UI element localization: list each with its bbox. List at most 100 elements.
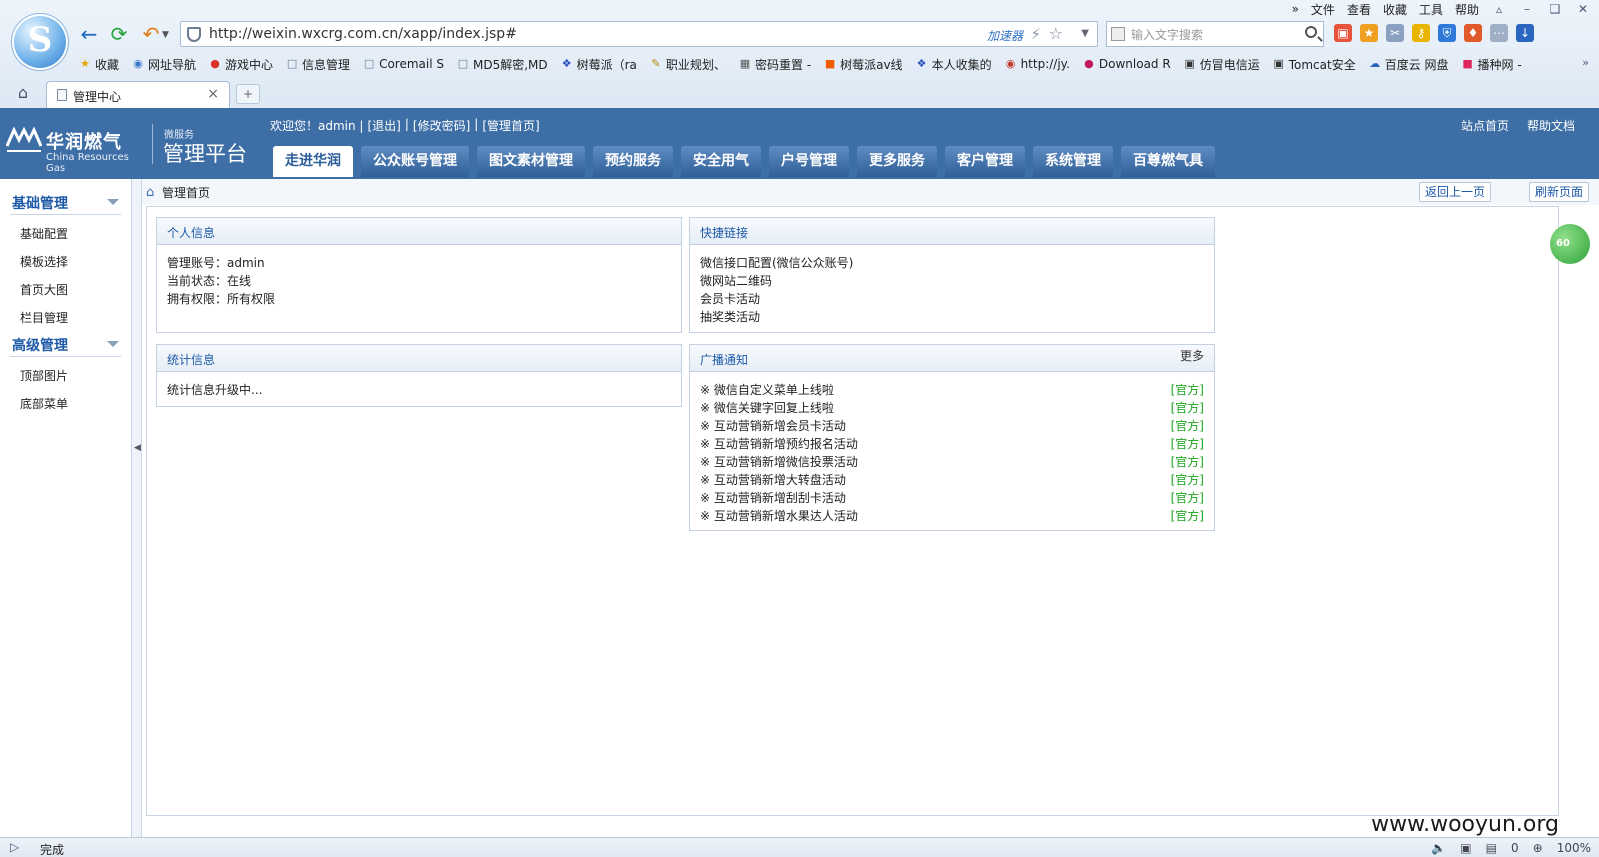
tab-admin-center[interactable]: 管理中心 ×	[46, 81, 230, 108]
address-dropdown-icon[interactable]: ▼	[1081, 28, 1089, 39]
quick-link-member-card[interactable]: 会员卡活动	[700, 290, 1204, 308]
home-icon[interactable]: ⌂	[146, 185, 154, 200]
speaker-icon[interactable]: 🔈	[1431, 841, 1446, 855]
notice-link[interactable]: ※ 互动营销新增水果达人活动	[700, 507, 858, 525]
refresh-page-button[interactable]: 刷新页面	[1528, 182, 1589, 202]
bookmark-item[interactable]: □ 信息管理	[285, 56, 350, 73]
restore-icon[interactable]: ❑	[1547, 2, 1563, 16]
key-icon[interactable]: ⚷	[1412, 24, 1430, 42]
notice-link[interactable]: ※ 互动营销新增微信投票活动	[700, 453, 858, 471]
chevron-left-icon[interactable]: ◀	[134, 443, 141, 453]
notice-link[interactable]: ※ 互动营销新增刮刮卡活动	[700, 489, 846, 507]
accelerator-button[interactable]: 加速器	[987, 27, 1023, 44]
notice-link[interactable]: ※ 互动营销新增会员卡活动	[700, 417, 846, 435]
nav-tab-household[interactable]: 户号管理	[769, 146, 849, 177]
bookmark-item[interactable]: □ MD5解密,MD	[456, 56, 548, 73]
back-arrow-icon[interactable]: ←	[76, 22, 102, 46]
bookmark-item[interactable]: □ Coremail S	[362, 57, 444, 71]
bookmark-item[interactable]: ☁ 百度云 网盘	[1368, 56, 1448, 73]
nav-tab-about[interactable]: 走进华润	[273, 146, 353, 177]
nav-tab-more-services[interactable]: 更多服务	[857, 146, 937, 177]
sidebar-item-bottom-menu[interactable]: 底部菜单	[0, 389, 131, 417]
browser-logo-icon[interactable]: S	[12, 14, 68, 70]
menu-tools[interactable]: 工具	[1419, 1, 1443, 18]
close-tab-icon[interactable]: ×	[207, 86, 219, 102]
sidebar-item-columns[interactable]: 栏目管理	[0, 303, 131, 331]
address-url[interactable]: http://weixin.wxcrg.com.cn/xapp/index.js…	[209, 26, 517, 42]
nav-tab-gas-safety[interactable]: 安全用气	[681, 146, 761, 177]
nav-tab-appliances[interactable]: 百尊燃气具	[1121, 146, 1215, 177]
site-home-link[interactable]: 站点首页	[1461, 117, 1509, 134]
bookmark-item[interactable]: ◉ http://jy.	[1004, 57, 1070, 71]
more-icon[interactable]: ⋯	[1490, 24, 1508, 42]
address-bar[interactable]: http://weixin.wxcrg.com.cn/xapp/index.js…	[180, 21, 1098, 47]
more-link[interactable]: 更多	[1180, 347, 1204, 364]
bookmark-item[interactable]: ● Download R	[1082, 57, 1171, 71]
logout-link[interactable]: [退出]	[367, 117, 400, 134]
speed-badge[interactable]: 60	[1550, 224, 1590, 264]
skin-icon[interactable]: ▵	[1491, 2, 1507, 16]
sidebar-group-basic[interactable]: 基础管理	[10, 189, 121, 215]
back-button[interactable]: 返回上一页	[1418, 182, 1491, 202]
bookmark-item[interactable]: ■ 树莓派av线	[823, 56, 903, 73]
undo-icon[interactable]: ↶	[138, 22, 164, 46]
nav-tab-accounts[interactable]: 公众账号管理	[361, 146, 469, 177]
nav-tab-appointments[interactable]: 预约服务	[593, 146, 673, 177]
bookmark-item[interactable]: ● 游戏中心	[208, 56, 273, 73]
play-icon[interactable]: ▷	[10, 840, 19, 854]
search-icon[interactable]	[1305, 26, 1317, 38]
bookmark-item[interactable]: ✎ 职业规划、	[649, 56, 726, 73]
screenshot-icon[interactable]: ▣	[1334, 24, 1352, 42]
bookmarks-more[interactable]: »	[1582, 56, 1589, 69]
new-tab-button[interactable]: +	[236, 84, 260, 104]
notice-link[interactable]: ※ 互动营销新增预约报名活动	[700, 435, 858, 453]
security-shield-icon[interactable]: ⛨	[1438, 24, 1456, 42]
bookmark-item[interactable]: ▣ 仿冒电信运	[1183, 56, 1260, 73]
quick-link-wechat-config[interactable]: 微信接口配置(微信公众账号)	[700, 254, 1204, 272]
search-engine-icon[interactable]	[1111, 27, 1125, 41]
bookmark-item[interactable]: ▦ 密码重置 -	[738, 56, 811, 73]
notice-link[interactable]: ※ 微信自定义菜单上线啦	[700, 381, 834, 399]
extension-icon[interactable]: ▣	[1460, 841, 1471, 855]
sidebar-item-template[interactable]: 模板选择	[0, 247, 131, 275]
scissors-icon[interactable]: ✂	[1386, 24, 1404, 42]
nav-tab-system[interactable]: 系统管理	[1033, 146, 1113, 177]
quick-link-lottery[interactable]: 抽奖类活动	[700, 308, 1204, 326]
quick-link-qrcode[interactable]: 微网站二维码	[700, 272, 1204, 290]
chevron-down-icon[interactable]	[107, 341, 119, 347]
sidebar-group-advanced[interactable]: 高级管理	[10, 331, 121, 357]
sidebar-item-basic-config[interactable]: 基础配置	[0, 219, 131, 247]
bookmark-item[interactable]: ■ 播种网 -	[1461, 56, 1521, 73]
nav-tab-materials[interactable]: 图文素材管理	[477, 146, 585, 177]
favorite-star-icon[interactable]: ☆	[1049, 24, 1063, 43]
menu-favorites[interactable]: 收藏	[1383, 1, 1407, 18]
bookmark-item[interactable]: ◉ 网址导航	[131, 56, 196, 73]
zoom-icon[interactable]: ⊕	[1533, 841, 1543, 855]
nav-tab-customers[interactable]: 客户管理	[945, 146, 1025, 177]
sidebar-item-top-image[interactable]: 顶部图片	[0, 361, 131, 389]
minimize-icon[interactable]: –	[1519, 2, 1535, 16]
notice-link[interactable]: ※ 微信关键字回复上线啦	[700, 399, 834, 417]
home-icon[interactable]: ⌂	[12, 83, 34, 103]
notice-link[interactable]: ※ 互动营销新增大转盘活动	[700, 471, 846, 489]
counter-icon[interactable]: ▤	[1486, 841, 1497, 855]
bookmark-item[interactable]: ❖ 树莓派（ra	[560, 56, 637, 73]
refresh-icon[interactable]: ⟳	[106, 22, 132, 46]
bookmark-item[interactable]: ★ 收藏	[78, 56, 119, 73]
sidebar-collapse-handle[interactable]: ◀	[132, 179, 142, 837]
bookmark-item[interactable]: ▣ Tomcat安全	[1272, 56, 1356, 73]
close-window-icon[interactable]: ✕	[1575, 2, 1591, 16]
change-password-link[interactable]: [修改密码]	[413, 117, 470, 134]
menu-file[interactable]: 文件	[1311, 1, 1335, 18]
zoom-level[interactable]: 100%	[1557, 841, 1591, 855]
menu-view[interactable]: 查看	[1347, 1, 1371, 18]
help-docs-link[interactable]: 帮助文档	[1527, 117, 1575, 134]
bookmark-item[interactable]: ❖ 本人收集的	[915, 56, 992, 73]
sidebar-item-banner[interactable]: 首页大图	[0, 275, 131, 303]
search-input[interactable]	[1131, 26, 1291, 43]
app-icon[interactable]: ♦	[1464, 24, 1482, 42]
download-icon[interactable]: ↓	[1516, 24, 1534, 42]
admin-home-link[interactable]: [管理首页]	[482, 117, 539, 134]
chevron-down-icon[interactable]	[107, 199, 119, 205]
chevron-down-icon[interactable]: ▼	[162, 30, 169, 40]
